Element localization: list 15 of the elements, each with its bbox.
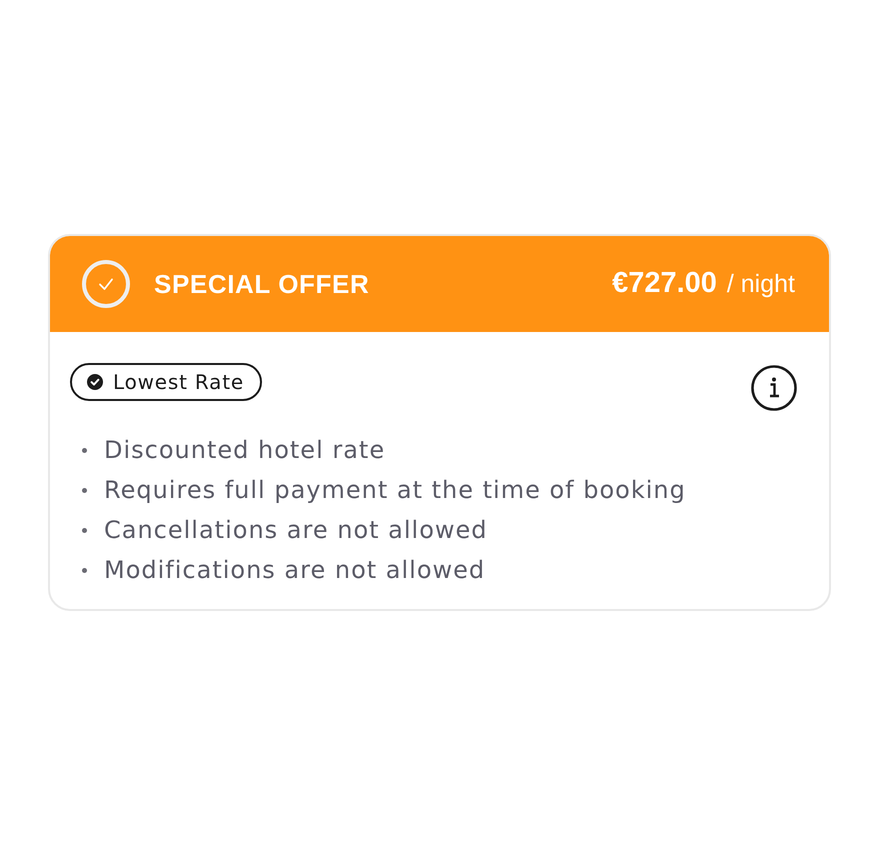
bullet-icon	[82, 528, 87, 532]
info-icon[interactable]	[751, 365, 797, 411]
bullet-icon	[82, 488, 87, 492]
check-circle-icon	[82, 260, 130, 308]
bullet-icon	[82, 568, 87, 572]
feature-text: Requires full payment at the time of booking	[104, 475, 686, 506]
feature-text: Cancellations are not allowed	[104, 515, 488, 546]
bullet-icon	[82, 448, 87, 452]
check-circle-icon	[87, 374, 103, 390]
badge-label: Lowest Rate	[113, 372, 244, 392]
price-unit: / night	[726, 269, 795, 300]
offer-title: SPECIAL OFFER	[154, 268, 370, 300]
price: €727.00	[612, 266, 717, 302]
feature-text: Discounted hotel rate	[104, 435, 386, 466]
feature-text: Modifications are not allowed	[104, 555, 486, 586]
